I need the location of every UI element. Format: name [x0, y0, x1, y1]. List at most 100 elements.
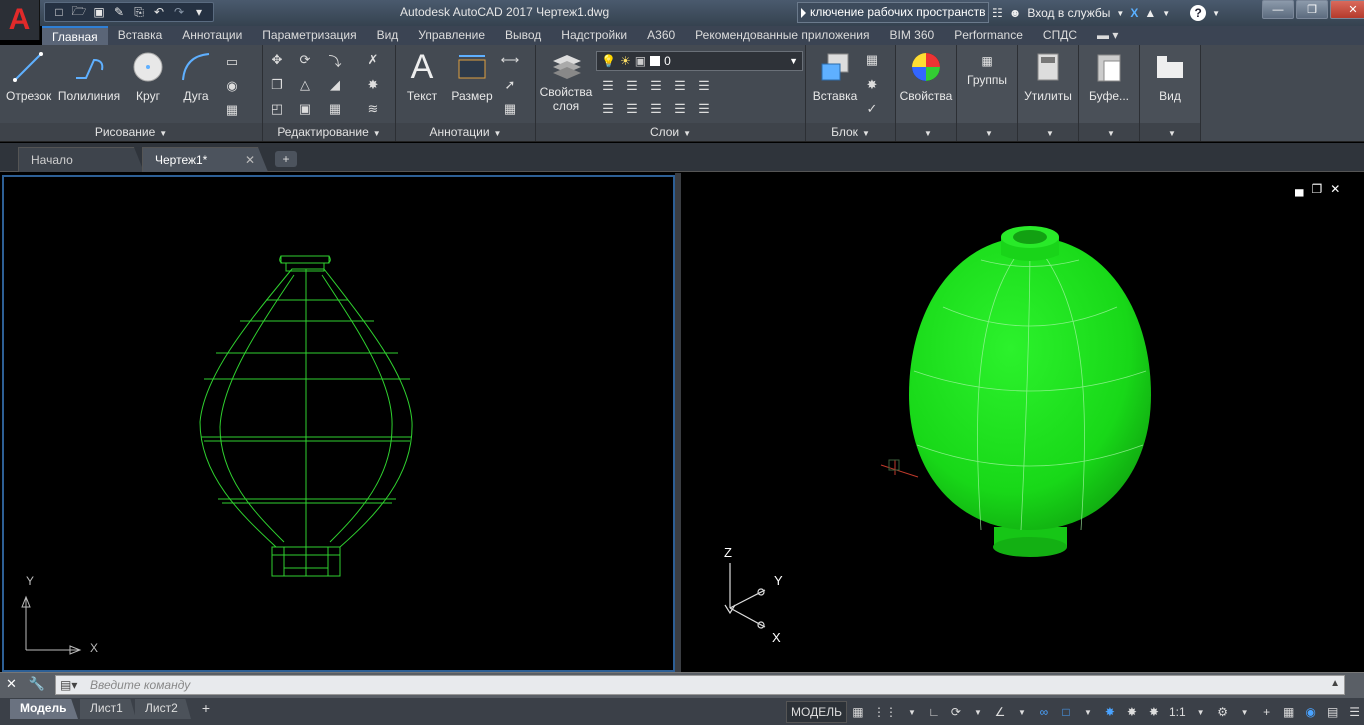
trim-icon[interactable]: ⤵ — [325, 51, 345, 69]
hardware-acceleration-icon[interactable]: ▦ — [1278, 701, 1300, 723]
close-icon[interactable]: ✕ — [6, 676, 17, 692]
model-space-button[interactable]: МОДЕЛЬ — [786, 701, 847, 723]
a360-icon[interactable]: ▲ — [1144, 6, 1156, 20]
close-icon[interactable]: ✕ — [245, 148, 255, 172]
isolate-objects-icon[interactable]: ◉ — [1300, 701, 1322, 723]
new-icon[interactable]: □ — [49, 3, 69, 21]
polyline-button[interactable]: Полилиния — [57, 49, 121, 103]
layer-tool-icon[interactable]: ☰ — [598, 77, 618, 95]
chevron-down-icon[interactable]: ▼ — [1011, 701, 1033, 723]
object-snap-icon[interactable]: □ — [1055, 701, 1077, 723]
hatch-icon[interactable]: ◉ — [222, 77, 242, 95]
tab-a360[interactable]: A360 — [637, 26, 685, 45]
viewport-maximize-icon[interactable]: ❐ — [1312, 182, 1323, 196]
chevron-down-icon[interactable]: ▼ — [957, 123, 1017, 141]
tab-output[interactable]: Вывод — [495, 26, 551, 45]
table-icon[interactable]: ▦ — [500, 100, 520, 118]
minimize-button[interactable]: — — [1262, 0, 1294, 19]
chevron-down-icon[interactable]: ▼ — [896, 123, 956, 141]
panel-modify-title[interactable]: Редактирование ▼ — [263, 123, 395, 141]
layer-tool-icon[interactable]: ☰ — [598, 100, 618, 118]
saveas-icon[interactable]: ✎ — [109, 3, 129, 21]
tab-featured-apps[interactable]: Рекомендованные приложения — [685, 26, 879, 45]
grid-icon[interactable]: ▦ — [847, 701, 869, 723]
layer-tool-icon[interactable]: ☰ — [622, 100, 642, 118]
new-tab-button[interactable]: + — [275, 151, 297, 167]
panel-properties[interactable]: Свойства ▼ — [896, 45, 957, 141]
annotation-visibility-icon[interactable]: ✸ — [1099, 701, 1121, 723]
chevron-down-icon[interactable]: ▼ — [1162, 9, 1170, 18]
viewport-left[interactable]: Y X — [2, 175, 675, 672]
layer-tool-icon[interactable]: ☰ — [646, 100, 666, 118]
open-icon[interactable]: 🗁 — [69, 3, 89, 21]
line-button[interactable]: Отрезок — [6, 49, 51, 103]
ortho-icon[interactable]: ∟ — [923, 701, 945, 723]
move-icon[interactable]: ✥ — [267, 51, 287, 69]
object-snap-tracking-icon[interactable]: ∞ — [1033, 701, 1055, 723]
redo-icon[interactable]: ↷ — [169, 3, 189, 21]
copy-icon[interactable]: ❐ — [267, 76, 287, 94]
search-input[interactable]: ключение рабочих пространств — [797, 2, 989, 23]
panel-clipboard[interactable]: Буфе... ▼ — [1079, 45, 1140, 141]
leader-icon[interactable]: ➚ — [500, 76, 520, 94]
rectangle-icon[interactable]: ▭ — [222, 53, 242, 71]
tab-insert[interactable]: Вставка — [108, 26, 173, 45]
wrench-icon[interactable]: 🔧 — [29, 676, 45, 692]
tab-spds[interactable]: СПДС — [1033, 26, 1087, 45]
tab-addins[interactable]: Надстройки — [551, 26, 637, 45]
tab-parametric[interactable]: Параметризация — [252, 26, 366, 45]
binoculars-icon[interactable]: ☷ — [992, 6, 1003, 20]
polar-icon[interactable]: ⟳ — [945, 701, 967, 723]
tab-bim360[interactable]: BIM 360 — [880, 26, 945, 45]
snap-icon[interactable]: ⋮⋮ — [869, 701, 901, 723]
chevron-down-icon[interactable]: ▼ — [1234, 701, 1256, 723]
panel-annotation-title[interactable]: Аннотации ▼ — [396, 123, 535, 141]
chevron-up-icon[interactable]: ▲ — [1330, 678, 1340, 689]
command-prompt-icon[interactable]: ▤▾ — [60, 678, 77, 692]
arc-button[interactable]: Дуга — [176, 49, 216, 103]
stretch-icon[interactable]: ◰ — [267, 100, 287, 118]
layout-tab-sheet2[interactable]: Лист2 — [135, 699, 191, 719]
layer-tool-icon[interactable]: ☰ — [694, 100, 714, 118]
layer-dropdown[interactable]: 💡 ☀ ▣ 0 ▼ — [596, 51, 803, 71]
tab-view[interactable]: Вид — [367, 26, 409, 45]
chevron-down-icon[interactable]: ▼ — [1190, 701, 1212, 723]
circle-button[interactable]: Круг — [128, 49, 168, 103]
chevron-down-icon[interactable]: ▼ — [1018, 123, 1078, 141]
rotate-icon[interactable]: ⟳ — [295, 51, 315, 69]
viewport-right[interactable]: Z Y X — [681, 175, 1364, 672]
plus-icon[interactable]: + — [1256, 701, 1278, 723]
chevron-down-icon[interactable]: ▼ — [901, 701, 923, 723]
autoscale-icon[interactable]: ✸ — [1121, 701, 1143, 723]
fillet-icon[interactable]: ◢ — [325, 76, 345, 94]
linear-dim-icon[interactable]: ⟷ — [500, 51, 520, 69]
command-input[interactable]: ▤▾ Введите команду ▲ — [55, 675, 1345, 695]
viewport-close-icon[interactable]: ✕ — [1330, 182, 1340, 196]
file-tab-drawing1[interactable]: Чертеж1* ✕ — [142, 147, 268, 172]
layout-tab-sheet1[interactable]: Лист1 — [80, 699, 136, 719]
array-icon[interactable]: ▦ — [325, 100, 345, 118]
tab-home[interactable]: Главная — [42, 26, 108, 45]
layer-tool-icon[interactable]: ☰ — [694, 77, 714, 95]
menu-icon[interactable]: ☰ — [1344, 701, 1364, 723]
fullscreen-icon[interactable]: ▤ — [1322, 701, 1344, 723]
chevron-down-icon[interactable]: ▼ — [1077, 701, 1099, 723]
offset-icon[interactable]: ≋ — [363, 100, 383, 118]
file-tab-start[interactable]: Начало — [18, 147, 144, 172]
save-icon[interactable]: ▣ — [89, 3, 109, 21]
edit-block-icon[interactable]: ✸ — [862, 76, 882, 94]
layer-tool-icon[interactable]: ☰ — [670, 100, 690, 118]
viewport-minimize-icon[interactable]: ▄ — [1295, 182, 1304, 196]
insert-block-button[interactable]: Вставка — [810, 49, 860, 103]
annotation-scale-value[interactable]: 1:1 — [1165, 701, 1190, 723]
tab-manage[interactable]: Управление — [408, 26, 495, 45]
chevron-down-icon[interactable]: ▼ — [1140, 123, 1200, 141]
chevron-down-icon[interactable]: ▼ — [1212, 9, 1220, 18]
layout-tab-model[interactable]: Модель — [10, 699, 78, 719]
text-button[interactable]: A Текст — [402, 48, 442, 104]
block-attributes-icon[interactable]: ✓ — [862, 100, 882, 118]
annotation-scale-icon[interactable]: ✸ — [1143, 701, 1165, 723]
layer-tool-icon[interactable]: ☰ — [646, 77, 666, 95]
mirror-icon[interactable]: △ — [295, 76, 315, 94]
explode-icon[interactable]: ✸ — [363, 76, 383, 94]
